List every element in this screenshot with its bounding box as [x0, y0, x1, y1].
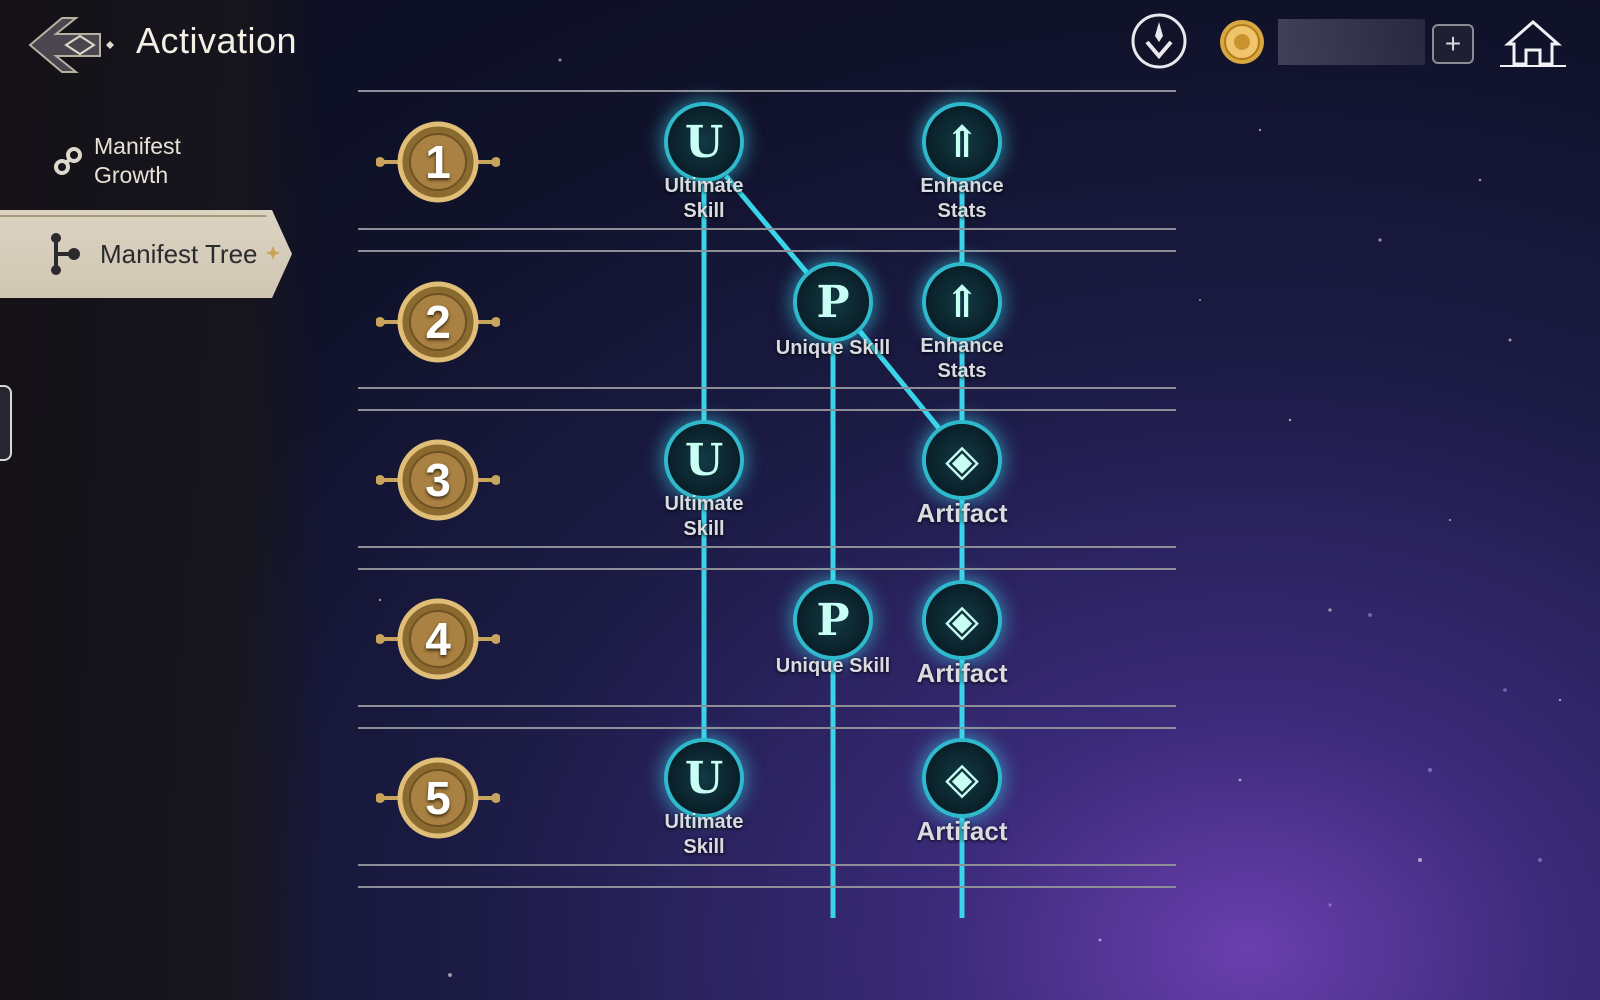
sidebar-item-label: Manifest Growth [94, 133, 181, 188]
node-label: Ultimate Skill [664, 811, 744, 858]
level-badge: 1 [375, 114, 501, 210]
row-divider [358, 90, 1176, 92]
plus-icon[interactable]: + [1432, 24, 1474, 64]
ultimate-skill-icon: U [668, 742, 740, 814]
side-collapse-tab[interactable] [0, 385, 12, 461]
node-label: Ultimate Skill [664, 493, 744, 540]
level-number: 3 [425, 454, 451, 506]
node-label: Enhance Stats [920, 175, 1004, 222]
enhance-stats-icon: ⇑ [926, 266, 998, 338]
page-title: Activation [136, 20, 298, 61]
level-number: 5 [425, 772, 451, 824]
node-label: Artifact [916, 658, 1008, 688]
tree-node-enhance-stats[interactable]: ⇑ Enhance Stats [920, 106, 1004, 222]
level-number: 2 [425, 296, 451, 348]
level-badge: 4 [375, 591, 501, 687]
currency-amount-box [1278, 19, 1425, 65]
tree-node-artifact[interactable]: ◈ Artifact [916, 742, 1008, 846]
row-divider [358, 864, 1176, 866]
tree-node-artifact[interactable]: ◈ Artifact [916, 424, 1008, 528]
sidebar-item-manifest-growth[interactable]: Manifest Growth [46, 132, 214, 190]
tree-node-unique-skill[interactable]: P Unique Skill [776, 584, 890, 677]
tree-node-unique-skill[interactable]: P Unique Skill [776, 266, 890, 359]
artifact-icon: ◈ [926, 742, 998, 814]
artifact-icon: ◈ [926, 424, 998, 496]
node-label: Artifact [916, 498, 1008, 528]
node-label: Ultimate Skill [664, 175, 744, 222]
level-badge: 5 [375, 750, 501, 846]
sparkle-icon [266, 246, 280, 260]
row-divider [358, 409, 1176, 411]
ultimate-skill-icon: U [668, 424, 740, 496]
ultimate-skill-icon: U [668, 106, 740, 178]
sidebar-item-manifest-tree[interactable]: Manifest Tree [0, 210, 292, 298]
row-divider [358, 727, 1176, 729]
tree-node-artifact[interactable]: ◈ Artifact [916, 584, 1008, 688]
level-number: 1 [425, 136, 451, 188]
level-badge: 2 [375, 274, 501, 370]
row-divider [358, 387, 1176, 389]
manifest-tree: 1 2 3 4 5 U Ultimate Skill ⇑ Enhance Sta… [358, 88, 1176, 918]
gold-coin-icon [1220, 20, 1264, 64]
download-icon[interactable] [1130, 12, 1188, 70]
row-divider [358, 886, 1176, 888]
enhance-stats-icon: ⇑ [926, 106, 998, 178]
tree-node-enhance-stats[interactable]: ⇑ Enhance Stats [920, 266, 1004, 382]
artifact-icon: ◈ [926, 584, 998, 656]
row-divider [358, 546, 1176, 548]
link-chain-icon [46, 139, 90, 183]
tree-branch-icon [42, 232, 86, 276]
node-label: Artifact [916, 816, 1008, 846]
tree-node-ultimate-skill[interactable]: U Ultimate Skill [665, 106, 743, 222]
unique-skill-icon: P [797, 266, 869, 338]
row-divider [358, 568, 1176, 570]
level-number: 4 [425, 613, 451, 665]
row-divider [358, 250, 1176, 252]
row-divider [358, 705, 1176, 707]
node-label: Enhance Stats [920, 335, 1004, 382]
unique-skill-icon: P [797, 584, 869, 656]
home-icon[interactable] [1500, 18, 1566, 68]
level-badge: 3 [375, 432, 501, 528]
back-button[interactable] [22, 14, 122, 76]
back-arrow-icon [28, 17, 114, 73]
tree-node-ultimate-skill[interactable]: U Ultimate Skill [665, 424, 743, 540]
tree-node-ultimate-skill[interactable]: U Ultimate Skill [665, 742, 743, 858]
row-divider [358, 228, 1176, 230]
sidebar-item-label: Manifest Tree [100, 238, 258, 269]
